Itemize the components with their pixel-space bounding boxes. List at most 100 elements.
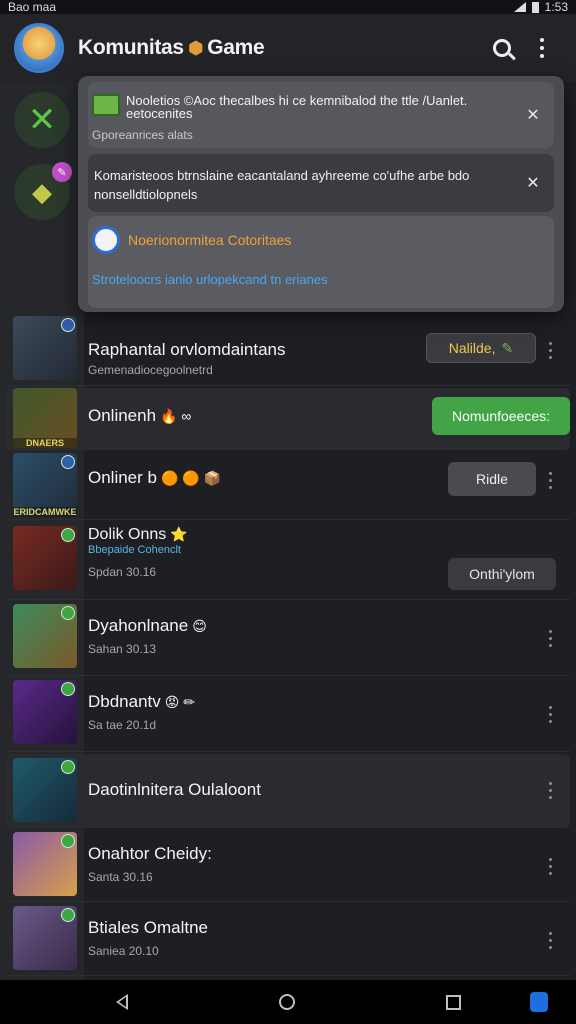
game-thumbnail: DNAERS <box>13 388 77 448</box>
more-vert-icon[interactable] <box>549 932 552 949</box>
game-action-button[interactable]: Nalilde, ✎ <box>426 333 536 363</box>
game-action-label: Ridle <box>476 471 508 487</box>
emoji-badges: 🟠 🟠 📦 <box>160 470 222 486</box>
game-subtitle: Gemenadiocegoolnetrd <box>88 363 213 377</box>
system-nav-bar <box>0 980 576 1024</box>
thumbnail-caption: ERIDCAMWKE <box>13 507 77 517</box>
game-row[interactable]: Dyahonlnane 😊 Sahan 30.13 <box>6 600 570 676</box>
notification-subtext: Gporeanrices alats <box>92 128 193 142</box>
game-subtitle: Sahan 30.13 <box>88 642 157 656</box>
verified-icon <box>61 606 75 620</box>
more-vert-icon[interactable] <box>549 630 552 647</box>
game-title: Onahtor Cheidy: <box>88 844 212 863</box>
game-thumbnail <box>13 680 77 744</box>
game-subtitle: Santa 30.16 <box>88 870 153 884</box>
rail-tag-button[interactable]: ◆ ✎ <box>14 162 72 220</box>
verified-icon <box>61 318 75 332</box>
signal-icon <box>513 2 526 12</box>
page-title: Komunitas ⬢ Game <box>78 36 265 60</box>
verified-icon <box>61 528 75 542</box>
notification-text: Komaristeoos btrnslaine eacantaland ayhr… <box>94 168 470 202</box>
game-thumbnail <box>13 832 77 896</box>
game-thumbnail <box>13 526 77 590</box>
game-action-label: Onthi'ylom <box>469 566 535 582</box>
page-title-main: Komunitas <box>78 36 184 59</box>
notification-item[interactable]: Noerionormitea Cotoritaes Stroteloocrs i… <box>88 216 554 308</box>
battery-icon <box>531 1 539 13</box>
game-thumbnail <box>13 758 77 822</box>
pencil-icon: ✎ <box>501 339 514 356</box>
more-vert-icon[interactable] <box>549 782 552 799</box>
verified-icon <box>61 834 75 848</box>
app-shortcut-icon[interactable] <box>530 992 548 1012</box>
verified-icon <box>61 682 75 696</box>
notification-link[interactable]: Stroteloocrs ianlo urlopekcand tn eriane… <box>92 272 328 287</box>
app-bar: Komunitas ⬢ Game <box>0 14 576 82</box>
status-bar: Bao maa 1:53 <box>0 0 576 14</box>
community-icon <box>92 94 120 116</box>
more-vert-icon[interactable] <box>549 706 552 723</box>
game-thumbnail: ERIDCAMWKE <box>13 453 77 517</box>
avatar[interactable] <box>14 23 64 73</box>
search-icon <box>493 39 511 57</box>
game-row[interactable]: Dbdnantv 😡 ✏ Sa tae 20.1d <box>6 676 570 752</box>
game-row[interactable]: Daotinlnitera Oulaloont <box>6 754 570 828</box>
game-action-button[interactable]: Ridle <box>448 462 536 496</box>
more-vert-icon[interactable] <box>549 472 552 489</box>
game-row[interactable]: ERIDCAMWKE Onliner b 🟠 🟠 📦 Ridle <box>6 452 570 520</box>
game-action-button[interactable]: Onthi'ylom <box>448 558 556 590</box>
status-right: 1:53 <box>513 0 568 14</box>
notification-title: Noerionormitea Cotoritaes <box>128 232 292 248</box>
notification-panel: Nooletios ©Aoc thecalbes hi ce kemnibalo… <box>78 76 564 312</box>
game-row[interactable]: Onahtor Cheidy: Santa 30.16 <box>6 828 570 902</box>
page-title-suffix: Game <box>207 36 265 59</box>
back-icon[interactable] <box>115 994 128 1010</box>
notification-text: Nooletios ©Aoc thecalbes hi ce kemnibalo… <box>126 93 468 121</box>
notification-item[interactable]: Komaristeoos btrnslaine eacantaland ayhr… <box>88 154 554 212</box>
game-row[interactable]: Dolik Onns ⭐ Bbepaide Cohenclt Spdan 30.1… <box>6 520 570 600</box>
more-options-button[interactable] <box>522 28 562 68</box>
game-subtitle: Spdan 30.16 <box>88 565 157 579</box>
globe-icon <box>92 226 120 254</box>
verified-icon <box>61 760 75 774</box>
verified-icon <box>61 908 75 922</box>
thumbnail-caption: DNAERS <box>13 438 77 448</box>
game-title: Dyahonlnane 😊 <box>88 616 207 635</box>
game-title: Btiales Omaltne <box>88 918 208 937</box>
game-action-label: Nomunfoeeces: <box>451 408 551 424</box>
more-vert-icon[interactable] <box>549 858 552 875</box>
game-thumbnail <box>13 604 77 668</box>
game-title: Dolik Onns ⭐ <box>88 526 188 543</box>
game-subtitle: Sa tae 20.1d <box>88 718 157 732</box>
status-left-text: Bao maa <box>8 0 57 14</box>
emoji-badges: ⭐ <box>170 526 188 542</box>
verified-icon <box>61 455 75 469</box>
status-time: 1:53 <box>544 0 568 14</box>
game-tag: Bbepaide Cohenclt <box>88 544 181 556</box>
game-row[interactable]: DNAERS Onlinenh 🔥 ∞ Nomunfoeeces: <box>6 388 570 450</box>
home-icon[interactable] <box>278 994 295 1010</box>
game-action-label: Nalilde, <box>448 340 496 356</box>
game-title: Raphantal orvlomdaintans <box>88 340 286 359</box>
more-vert-icon <box>540 38 544 58</box>
emoji-badges: 😡 ✏ <box>164 694 195 710</box>
game-row[interactable]: Raphantal orvlomdaintans Gemenadiocegool… <box>6 312 570 386</box>
close-icon[interactable]: ✕ <box>522 104 544 126</box>
rail-community-button[interactable]: ✕ <box>14 92 70 148</box>
game-title: Dbdnantv 😡 ✏ <box>88 692 195 711</box>
game-row[interactable]: Btiales Omaltne Saniea 20.10 <box>6 902 570 976</box>
tag-icon: ◆ <box>32 176 52 207</box>
game-subtitle: Saniea 20.10 <box>88 944 159 958</box>
recents-icon[interactable] <box>445 994 461 1010</box>
close-icon[interactable]: ✕ <box>522 172 544 194</box>
notification-item[interactable]: Nooletios ©Aoc thecalbes hi ce kemnibalo… <box>88 82 554 148</box>
search-button[interactable] <box>482 28 522 68</box>
more-vert-icon[interactable] <box>549 342 552 359</box>
game-title: Onliner b 🟠 🟠 📦 <box>88 468 222 487</box>
game-title: Onlinenh 🔥 ∞ <box>88 406 192 425</box>
emoji-badges: 😊 <box>192 618 207 634</box>
game-action-button[interactable]: Nomunfoeeces: <box>432 397 570 435</box>
screen: Bao maa 1:53 Komunitas ⬢ Game ✕ ◆ ✎ Raph… <box>0 0 576 1024</box>
game-thumbnail <box>13 906 77 970</box>
shield-icon: ⬢ <box>187 37 204 58</box>
